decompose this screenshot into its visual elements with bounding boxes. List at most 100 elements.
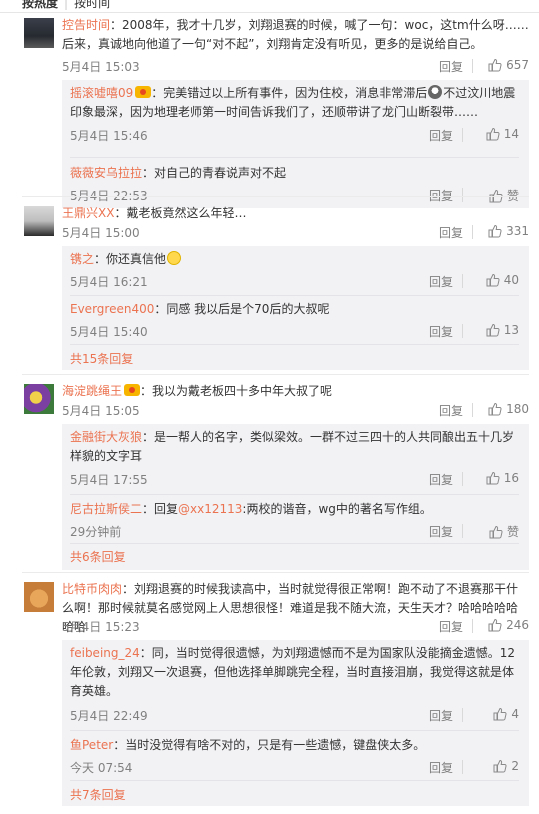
replies-box: feibeing_24：同，当时觉得很遗憾，为刘翔遗憾而不是为国家队没能摘金遗憾…	[62, 640, 529, 806]
reply-button[interactable]: 回复	[439, 618, 463, 635]
comment-actions: 回复 331	[409, 222, 529, 242]
sort-by-hot-tab[interactable]: 按热度	[22, 0, 58, 10]
like-button[interactable]: 14	[486, 127, 519, 141]
comment-username[interactable]: 海淀跳绳王	[62, 384, 122, 398]
reply-time: 5月4日 17:55	[70, 473, 148, 487]
comment-time: 5月4日 15:23	[62, 620, 140, 634]
comment-meta: 5月4日 15:00 回复 331	[62, 222, 529, 242]
like-button[interactable]: 331	[488, 224, 529, 238]
reply-username[interactable]: 尼古拉斯侯二	[70, 502, 142, 516]
comment-text: 海淀跳绳王 ：我以为戴老板四十多中年大叔了呢	[62, 382, 529, 401]
thumbs-up-icon	[488, 618, 502, 632]
like-count: 40	[503, 273, 519, 287]
comment-username[interactable]: 比特币肉肉	[62, 582, 122, 596]
reply-username[interactable]: Evergreen400	[70, 302, 154, 316]
reply-text: 摇滚嘘嘻09 ：完美错过以上所有事件，因为住校，消息非常滞后 不过汶川地震印象最深，…	[70, 84, 519, 122]
reply-button[interactable]: 回复	[429, 323, 453, 340]
like-count: 2	[511, 759, 519, 773]
reply-button[interactable]: 回复	[429, 759, 453, 776]
action-separator	[462, 188, 463, 202]
face-emoji-icon	[428, 85, 443, 99]
avatar[interactable]	[24, 18, 54, 48]
reply-username[interactable]: 金融街大灰狼	[70, 430, 142, 444]
comment-username[interactable]: 控告时间	[62, 18, 110, 32]
reply-button[interactable]: 回复	[439, 58, 463, 75]
reply-button[interactable]: 回复	[429, 127, 453, 144]
reply-time: 今天 07:54	[70, 761, 133, 775]
action-separator	[462, 472, 463, 486]
avatar[interactable]	[24, 582, 54, 612]
reply-text: feibeing_24：同，当时觉得很遗憾，为刘翔遗憾而不是为国家队没能摘金遗憾…	[70, 644, 519, 701]
action-separator	[462, 128, 463, 142]
more-replies-link[interactable]: 共6条回复	[70, 548, 126, 565]
action-separator	[462, 524, 463, 538]
action-separator	[472, 403, 473, 417]
reply-divider	[70, 494, 519, 495]
like-button[interactable]: 16	[486, 471, 519, 485]
reply-actions: 回复 赞	[399, 521, 519, 541]
comment-time: 5月4日 15:00	[62, 226, 140, 240]
thread-divider	[22, 196, 529, 197]
reply-username[interactable]: 摇滚嘘嘻09	[70, 86, 133, 100]
thumbs-up-icon	[486, 323, 500, 337]
thumbs-up-icon	[493, 707, 507, 721]
reply-button[interactable]: 回复	[429, 523, 453, 540]
action-separator	[472, 59, 473, 73]
comment-text: 王鼎兴XX：戴老板竟然这么年轻…	[62, 204, 529, 223]
like-button[interactable]: 13	[486, 323, 519, 337]
like-count: 赞	[506, 525, 519, 539]
reply-divider	[70, 157, 519, 158]
reply-actions: 回复 14	[399, 125, 519, 145]
reply-time: 5月4日 16:21	[70, 275, 148, 289]
avatar[interactable]	[24, 206, 54, 236]
like-button[interactable]: 246	[488, 618, 529, 632]
reply-button[interactable]: 回复	[439, 224, 463, 241]
reply-text: 鱼Peter：当时没觉得有啥不对的，只是有一些遗憾，键盘侠太多。	[70, 736, 519, 755]
more-replies-link[interactable]: 共7条回复	[70, 786, 126, 803]
comment-meta: 5月4日 15:23 回复 246	[62, 616, 529, 636]
like-button[interactable]: 2	[493, 759, 519, 773]
comment-body: ：我以为戴老板四十多中年大叔了呢	[140, 384, 333, 398]
comment-actions: 回复 657	[409, 56, 529, 76]
like-button[interactable]: 657	[488, 58, 529, 72]
more-replies-link[interactable]: 共15条回复	[70, 350, 133, 367]
reply-button[interactable]: 回复	[429, 471, 453, 488]
reply-username[interactable]: 镌之	[70, 252, 94, 266]
mention-link[interactable]: @xx12113	[178, 502, 242, 516]
action-separator	[462, 760, 463, 774]
vip-badge-icon	[135, 86, 152, 98]
reply-button[interactable]: 回复	[439, 402, 463, 419]
reply-text: 薇薇安乌拉拉：对自己的青春说声对不起	[70, 164, 519, 183]
avatar[interactable]	[24, 384, 54, 414]
reply-meta: 5月4日 22:49 回复 4	[70, 705, 519, 725]
reply-username[interactable]: feibeing_24	[70, 646, 140, 660]
reply-time: 5月4日 15:46	[70, 129, 148, 143]
reply-button[interactable]: 回复	[429, 707, 453, 724]
reply-actions: 回复 13	[399, 321, 519, 341]
like-count: 657	[506, 58, 529, 72]
reply-button[interactable]: 回复	[429, 273, 453, 290]
reply-username[interactable]: 鱼Peter	[70, 738, 113, 752]
like-button[interactable]: 180	[488, 402, 529, 416]
reply-actions: 回复 16	[399, 469, 519, 489]
action-separator	[462, 708, 463, 722]
reply-body: ：完美错过以上所有事件，因为住校，消息非常滞后	[151, 86, 428, 100]
thumbs-up-icon	[493, 759, 507, 773]
action-separator	[472, 619, 473, 633]
replies-box: 镌之：你还真信他 5月4日 16:21 回复 40 Evergreen400：同…	[62, 246, 529, 370]
sort-by-time-tab[interactable]: 按时间	[74, 0, 110, 10]
reply-body: ：当时没觉得有啥不对的，只是有一些遗憾，键盘侠太多。	[113, 738, 426, 752]
comment-meta: 5月4日 15:05 回复 180	[62, 400, 529, 420]
like-button[interactable]: 40	[486, 273, 519, 287]
reply-meta: 5月4日 16:21 回复 40	[70, 271, 519, 291]
action-separator	[462, 274, 463, 288]
comment-actions: 回复 180	[409, 400, 529, 420]
comment-text: 控告时间：2008年，我才十几岁，刘翔退赛的时候，喊了一句：woc，这tm什么呀…	[62, 16, 529, 54]
reply-username[interactable]: 薇薇安乌拉拉	[70, 166, 142, 180]
comment-username[interactable]: 王鼎兴XX	[62, 206, 114, 220]
reply-actions: 回复 2	[399, 757, 519, 777]
comment-body: ：2008年，我才十几岁，刘翔退赛的时候，喊了一句：woc，这tm什么呀……后来…	[62, 18, 529, 51]
like-button[interactable]: 赞	[489, 523, 519, 540]
like-count: 180	[506, 402, 529, 416]
like-button[interactable]: 4	[493, 707, 519, 721]
